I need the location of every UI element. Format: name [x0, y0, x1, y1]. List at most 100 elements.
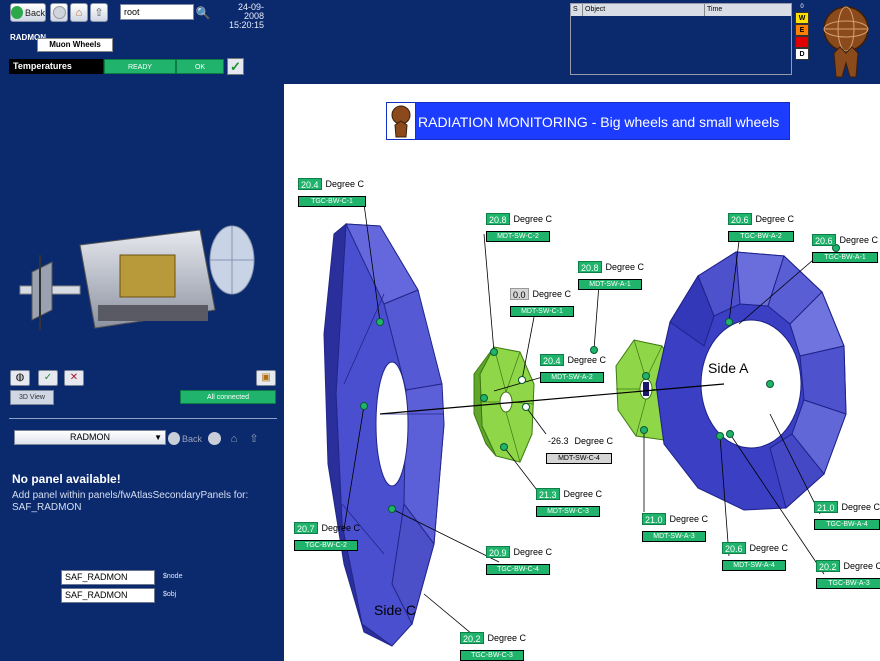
sensor-tgc-bw-c-1[interactable]: 20.4 Degree C TGC-BW-C-1 — [298, 178, 366, 208]
sensor-value: 20.8 — [486, 213, 510, 225]
search-button[interactable]: 🔍 — [194, 3, 212, 22]
obj-field[interactable]: SAF_RADMON — [61, 588, 155, 603]
acknowledge-button[interactable]: ✓ — [227, 58, 244, 75]
side-c-label: Side C — [374, 602, 417, 618]
secondary-home-button[interactable]: ⌂ — [226, 429, 242, 448]
divider — [9, 418, 277, 419]
no-panel-message: Add panel within panels/fwAtlasSecondary… — [12, 490, 249, 513]
radmon-panel: RADIATION MONITORING - Big wheels and sm… — [284, 84, 880, 661]
side-a-label: Side A — [708, 360, 749, 376]
sensor-name: MDT-SW-A-3 — [642, 531, 706, 542]
deselect-button[interactable]: ✕ — [64, 370, 84, 386]
severity-filter: 0 W E D — [795, 3, 809, 60]
sensor-name: TGC-BW-C-3 — [460, 650, 524, 661]
sensor-unit: Degree C — [513, 547, 553, 557]
save-button[interactable]: ▣ — [256, 370, 276, 386]
sensor-tgc-bw-a-2[interactable]: 20.6 Degree C TGC-BW-A-2 — [728, 213, 794, 243]
sensor-tgc-bw-c-3[interactable]: 20.2 Degree C TGC-BW-C-3 — [460, 632, 526, 661]
sensor-unit: Degree C — [574, 436, 614, 446]
sensor-value: 21.0 — [642, 513, 666, 525]
sensor-value: 21.3 — [536, 488, 560, 500]
sensor-value: 20.7 — [294, 522, 318, 534]
sensor-unit: Degree C — [321, 523, 361, 533]
temperatures-section[interactable]: Temperatures — [9, 59, 103, 74]
severity-count: 0 — [800, 4, 804, 10]
select-button[interactable]: ✓ — [38, 370, 58, 386]
node-field-label: $node — [163, 573, 183, 580]
sensor-unit: Degree C — [325, 179, 365, 189]
sensor-mdt-sw-c-4[interactable]: -26.3 Degree C MDT-SW-C-4 — [546, 435, 613, 465]
sensor-unit: Degree C — [843, 561, 880, 571]
up-button[interactable]: ⇧ — [90, 3, 108, 22]
obj-field-label: $obj — [163, 591, 177, 598]
sensor-unit: Degree C — [755, 214, 795, 224]
view-3d-button[interactable]: 3D View — [10, 390, 54, 405]
sensor-mdt-sw-c-3[interactable]: 21.3 Degree C MDT-SW-C-3 — [536, 488, 602, 518]
tab-muon-wheels[interactable]: Muon Wheels — [37, 38, 113, 52]
sensor-name: TGC-BW-C-1 — [298, 196, 366, 207]
alarm-table[interactable]: S Object Time — [570, 3, 792, 75]
secondary-back-button[interactable]: Back — [168, 429, 202, 448]
sensor-unit: Degree C — [841, 502, 880, 512]
sensor-name: TGC-BW-C-4 — [486, 564, 550, 575]
chevron-down-icon: ▼ — [154, 433, 162, 442]
status-indicator[interactable]: OK — [176, 59, 224, 74]
sensor-unit: Degree C — [749, 543, 789, 553]
home-icon: ⌂ — [230, 432, 238, 445]
up-arrow-icon: ⇧ — [249, 433, 259, 445]
sensor-name: TGC-BW-A-4 — [814, 519, 880, 530]
sensor-value: -26.3 — [548, 436, 569, 446]
sensor-tgc-bw-a-1[interactable]: 20.6 Degree C TGC-BW-A-1 — [812, 234, 878, 264]
sensor-value: 20.6 — [812, 234, 836, 246]
forward-arrow-icon — [207, 432, 221, 445]
sensor-mdt-sw-c-1[interactable]: 0.0 Degree C MDT-SW-C-1 — [510, 288, 574, 318]
alarm-col-time: Time — [707, 6, 723, 13]
sensor-value: 20.2 — [460, 632, 484, 644]
sensor-unit: Degree C — [839, 235, 879, 245]
sensor-mdt-sw-a-3[interactable]: 21.0 Degree C MDT-SW-A-3 — [642, 513, 708, 543]
sensor-mdt-sw-a-4[interactable]: 20.6 Degree C MDT-SW-A-4 — [722, 542, 788, 572]
sensor-tgc-bw-a-3[interactable]: 20.2 Degree C TGC-BW-A-3 — [816, 560, 880, 590]
sensor-tgc-bw-a-4[interactable]: 21.0 Degree C TGC-BW-A-4 — [814, 501, 880, 531]
state-indicator[interactable]: READY — [104, 59, 176, 74]
node-input[interactable]: root — [120, 4, 194, 20]
sensor-unit: Degree C — [532, 289, 572, 299]
big-wheel-a — [655, 251, 847, 511]
severity-warning[interactable]: W — [795, 12, 809, 24]
big-wheel-c — [323, 222, 445, 647]
back-button[interactable]: Back — [10, 3, 46, 22]
forward-arrow-icon — [52, 6, 66, 19]
severity-error[interactable]: E — [795, 24, 809, 36]
connection-status: All connected — [180, 390, 276, 404]
sensor-mdt-sw-a-2[interactable]: 20.4 Degree C MDT-SW-A-2 — [540, 354, 606, 384]
panel-select[interactable]: RADMON ▼ — [14, 430, 166, 445]
sensor-name: MDT-SW-C-2 — [486, 231, 550, 242]
detector-3d-view[interactable] — [10, 200, 260, 360]
no-panel-title: No panel available! — [12, 472, 121, 486]
secondary-forward-button[interactable] — [206, 429, 222, 448]
sensor-value: 20.4 — [540, 354, 564, 366]
forward-button[interactable] — [50, 3, 68, 22]
sensor-unit: Degree C — [567, 355, 607, 365]
atlas-logo — [823, 6, 869, 78]
back-arrow-icon — [11, 6, 23, 19]
sensor-value: 20.4 — [298, 178, 322, 190]
save-icon: ▣ — [261, 372, 271, 383]
sensor-tgc-bw-c-2[interactable]: 20.7 Degree C TGC-BW-C-2 — [294, 522, 360, 552]
back-arrow-icon — [168, 432, 180, 445]
secondary-up-button[interactable]: ⇧ — [246, 429, 262, 448]
sensor-value: 20.8 — [578, 261, 602, 273]
home-button[interactable]: ⌂ — [70, 3, 88, 22]
close-icon: ✕ — [69, 372, 79, 383]
sensor-tgc-bw-c-4[interactable]: 20.9 Degree C TGC-BW-C-4 — [486, 546, 552, 576]
node-field[interactable]: SAF_RADMON — [61, 570, 155, 585]
alarm-table-header: S Object Time — [571, 4, 791, 16]
datetime: 24-09-2008 15:20:15 — [218, 3, 264, 30]
rotate-button[interactable]: ◍ — [10, 370, 30, 386]
sensor-mdt-sw-a-1[interactable]: 20.8 Degree C MDT-SW-A-1 — [578, 261, 644, 291]
alarm-col-object: Object — [583, 4, 705, 16]
severity-fatal[interactable] — [795, 36, 809, 48]
severity-disabled[interactable]: D — [795, 48, 809, 60]
sensor-mdt-sw-c-2[interactable]: 20.8 Degree C MDT-SW-C-2 — [486, 213, 552, 243]
panel-select-value: RADMON — [70, 432, 110, 442]
